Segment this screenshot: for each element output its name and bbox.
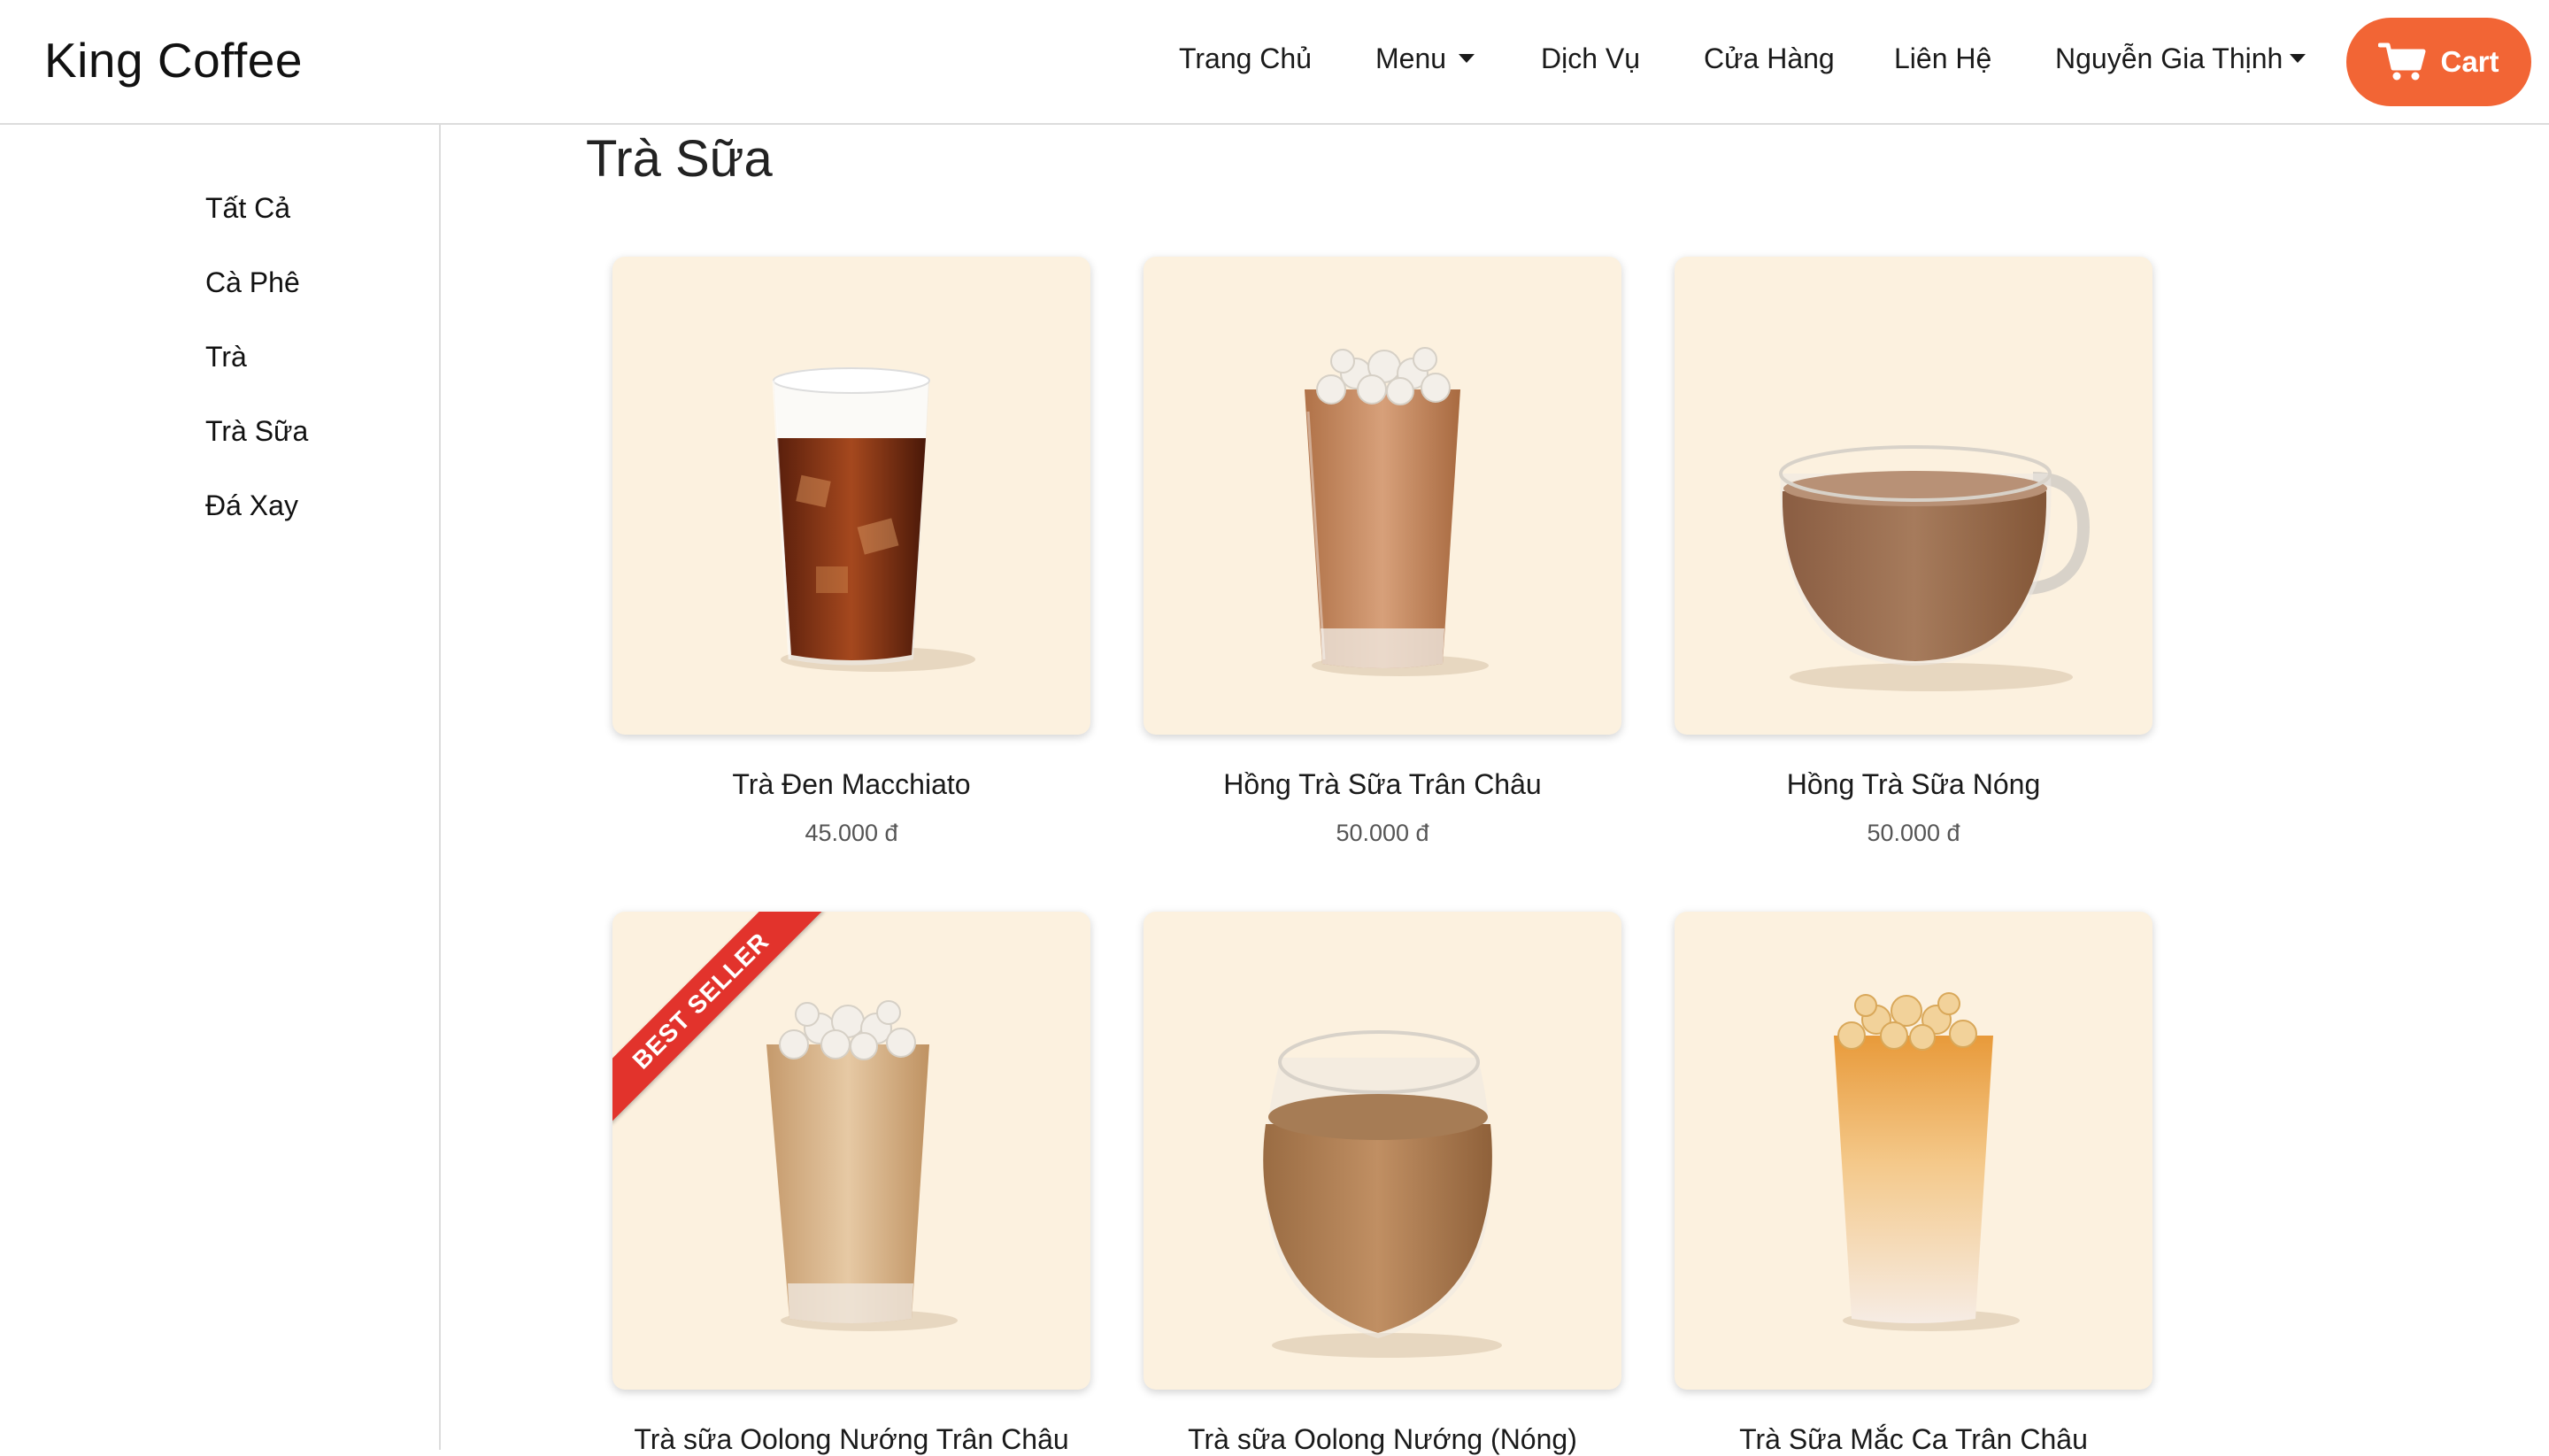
product-card[interactable]: Trà Đen Macchiato 45.000 đ — [612, 257, 1090, 846]
product-name[interactable]: Trà sữa Oolong Nướng (Nóng) — [1108, 1423, 1657, 1456]
chevron-down-icon — [2290, 53, 2306, 63]
drink-illustration — [1779, 445, 2091, 691]
nav-link-menu-label: Menu — [1375, 42, 1447, 74]
product-image[interactable]: BEST SELLER — [612, 912, 1090, 1390]
cart-icon — [2378, 42, 2426, 81]
product-card[interactable]: Trà sữa Oolong Nướng (Nóng) — [1144, 912, 1621, 1455]
product-image[interactable] — [1675, 257, 2152, 735]
nav-link-contact[interactable]: Liên Hệ — [1894, 42, 1991, 75]
category-sidebar: Tất Cả Cà Phê Trà Trà Sữa Đá Xay — [0, 125, 441, 1450]
sidebar-item-ice-blended[interactable]: Đá Xay — [205, 489, 298, 522]
top-navbar: King Coffee Trang Chủ Menu Dịch Vụ Cửa H… — [0, 0, 2549, 125]
product-name[interactable]: Trà Sữa Mắc Ca Trân Châu — [1639, 1423, 2188, 1456]
user-menu[interactable]: Nguyễn Gia Thịnh — [2055, 42, 2306, 75]
product-card[interactable]: Trà Sữa Mắc Ca Trân Châu — [1675, 912, 2152, 1455]
cart-button[interactable]: Cart — [2346, 18, 2531, 106]
product-name[interactable]: Trà Đen Macchiato — [577, 768, 1126, 801]
drink-illustration — [1834, 992, 2020, 1331]
sidebar-item-all[interactable]: Tất Cả — [205, 192, 290, 225]
product-name[interactable]: Hồng Trà Sữa Nóng — [1639, 768, 2188, 801]
product-price: 50.000 đ — [1867, 820, 1960, 846]
drink-illustration — [1305, 347, 1489, 676]
user-name: Nguyễn Gia Thịnh — [2055, 42, 2283, 74]
brand-logo[interactable]: King Coffee — [44, 32, 303, 89]
sidebar-item-milk-tea[interactable]: Trà Sữa — [205, 415, 308, 448]
nav-link-menu[interactable]: Menu — [1375, 42, 1475, 75]
product-card[interactable]: Hồng Trà Sữa Trân Châu 50.000 đ — [1144, 257, 1621, 846]
nav-link-services[interactable]: Dịch Vụ — [1541, 42, 1640, 75]
drink-illustration — [1263, 1030, 1502, 1358]
nav-link-home[interactable]: Trang Chủ — [1179, 42, 1312, 75]
product-card[interactable]: Hồng Trà Sữa Nóng 50.000 đ — [1675, 257, 2152, 846]
drink-illustration — [766, 1000, 958, 1331]
product-image[interactable] — [1144, 912, 1621, 1390]
page-title: Trà Sữa — [586, 130, 773, 188]
chevron-down-icon — [1459, 53, 1475, 63]
product-price: 50.000 đ — [1336, 820, 1429, 846]
product-image[interactable] — [1144, 257, 1621, 735]
product-name[interactable]: Hồng Trà Sữa Trân Châu — [1108, 768, 1657, 801]
product-image[interactable] — [1675, 912, 2152, 1390]
sidebar-item-coffee[interactable]: Cà Phê — [205, 266, 300, 299]
cart-label: Cart — [2440, 45, 2499, 78]
product-name[interactable]: Trà sữa Oolong Nướng Trân Châu — [577, 1423, 1126, 1456]
sidebar-item-tea[interactable]: Trà — [205, 341, 247, 374]
nav-link-stores[interactable]: Cửa Hàng — [1704, 42, 1835, 75]
drink-illustration — [772, 367, 975, 672]
product-card[interactable]: BEST SELLER Trà sữa Oolong Nướng Trân Ch… — [612, 912, 1090, 1455]
product-price: 45.000 đ — [805, 820, 898, 846]
product-image[interactable] — [612, 257, 1090, 735]
